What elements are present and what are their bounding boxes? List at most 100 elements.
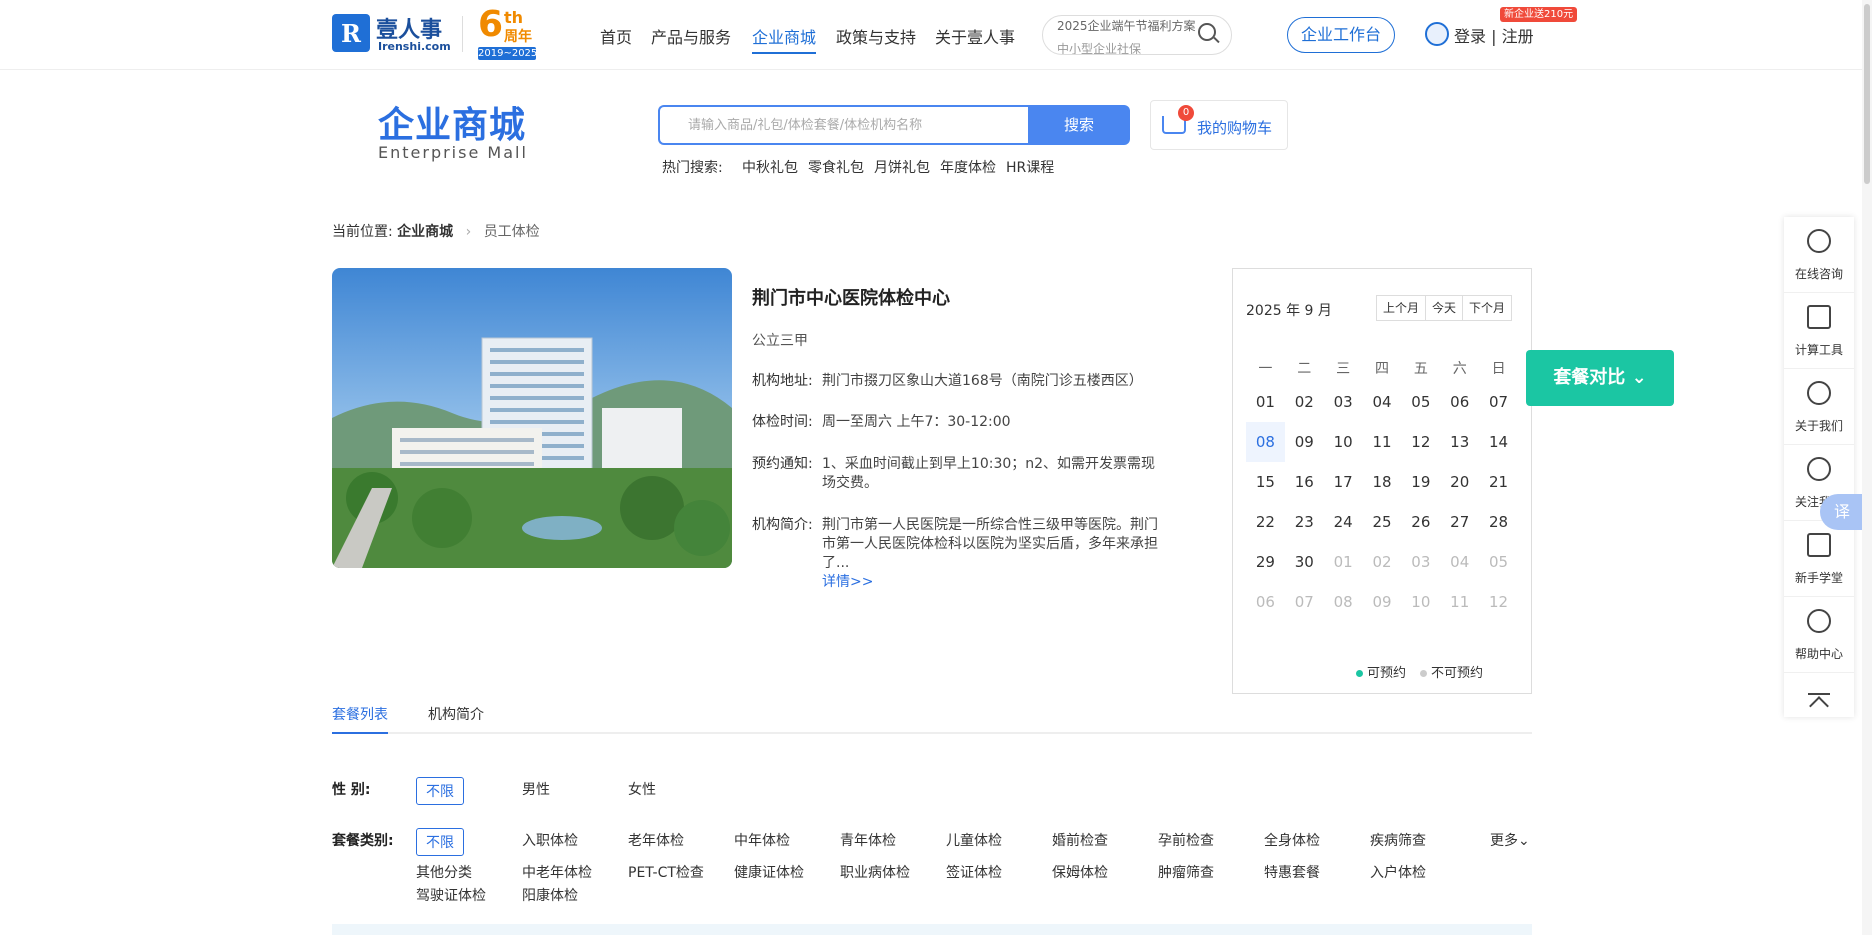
translate-button[interactable]: 译 [1820,494,1864,530]
calendar-day[interactable]: 01 [1246,382,1285,422]
workbench-button[interactable]: 企业工作台 [1287,17,1395,53]
calendar-day[interactable]: 14 [1479,422,1518,462]
hot-search-item[interactable]: 月饼礼包 [874,157,930,177]
package-type-option[interactable]: 婚前检查 [1052,830,1108,850]
calendar-day[interactable]: 13 [1440,422,1479,462]
nav-mall[interactable]: 企业商城 [752,24,817,54]
available-dot-icon [1356,670,1363,677]
package-type-option[interactable]: 疾病筛查 [1370,830,1426,850]
sidebar-label: 在线咨询 [1794,267,1843,281]
package-type-option[interactable]: 入职体检 [522,830,578,850]
gender-option[interactable]: 女性 [628,779,656,799]
calendar-nav: 上个月 今天 下个月 [1376,295,1513,321]
calendar-day[interactable]: 26 [1401,502,1440,542]
tab-package-list[interactable]: 套餐列表 [332,704,388,734]
package-type-option[interactable]: PET-CT检查 [628,862,704,882]
tab-institution-intro[interactable]: 机构简介 [428,704,484,732]
mall-search-button[interactable]: 搜索 [1028,105,1130,145]
calendar-day[interactable]: 30 [1285,542,1324,582]
package-type-option[interactable]: 入户体检 [1370,862,1426,882]
sidebar-calc-tools[interactable]: 计算工具 [1784,293,1854,369]
calendar-day[interactable]: 29 [1246,542,1285,582]
calendar-day[interactable]: 18 [1363,462,1402,502]
nav-about[interactable]: 关于壹人事 [935,24,1015,48]
gender-option[interactable]: 男性 [522,779,550,799]
intro-more-link[interactable]: 详情>> [822,574,873,590]
hot-search-item[interactable]: 年度体检 [940,157,996,177]
package-type-option[interactable]: 中老年体检 [522,862,592,882]
calendar-day[interactable]: 11 [1363,422,1402,462]
calendar-day[interactable]: 24 [1324,502,1363,542]
calendar-day[interactable]: 03 [1324,382,1363,422]
search-icon[interactable] [1198,23,1216,41]
sidebar-newbie-school[interactable]: 新手学堂 [1784,521,1854,597]
back-to-top-icon [1808,693,1830,707]
calendar-day[interactable]: 16 [1285,462,1324,502]
calendar-day[interactable]: 04 [1363,382,1402,422]
unavailable-dot-icon [1420,670,1428,677]
user-avatar-icon[interactable] [1425,22,1449,46]
calendar-day[interactable]: 22 [1246,502,1285,542]
package-type-option[interactable]: 中年体检 [734,830,790,850]
hot-search-item[interactable]: 中秋礼包 [742,157,798,177]
package-type-option[interactable]: 特惠套餐 [1264,862,1320,882]
sidebar-help-center[interactable]: 帮助中心 [1784,597,1854,673]
calendar-day[interactable]: 20 [1440,462,1479,502]
calendar-day[interactable]: 28 [1479,502,1518,542]
hot-search-item[interactable]: 零食礼包 [808,157,864,177]
calendar-day[interactable]: 21 [1479,462,1518,502]
package-compare-button[interactable]: 套餐对比 ⌄ [1526,350,1674,406]
package-type-option[interactable]: 肿瘤筛查 [1158,862,1214,882]
package-type-option[interactable]: 不限 [416,828,464,856]
calendar-day[interactable]: 15 [1246,462,1285,502]
logo-mark[interactable]: R [332,14,370,52]
calendar-day[interactable]: 05 [1401,382,1440,422]
package-type-option[interactable]: 其他分类 [416,862,472,882]
package-type-option[interactable]: 儿童体检 [946,830,1002,850]
sidebar-online-consult[interactable]: 在线咨询 [1784,217,1854,293]
package-type-option[interactable]: 健康证体检 [734,862,804,882]
calendar-day[interactable]: 19 [1401,462,1440,502]
hot-search-item[interactable]: HR课程 [1006,157,1054,177]
calendar-day-today[interactable]: 08 [1246,422,1285,462]
package-type-option[interactable]: 全身体检 [1264,830,1320,850]
sidebar-about-us[interactable]: 关于我们 [1784,369,1854,445]
calendar-day[interactable]: 27 [1440,502,1479,542]
filter-more-button[interactable]: 更多⌄ [1490,830,1530,850]
chevron-down-icon: ⌄ [1631,367,1647,388]
calendar-day[interactable]: 23 [1285,502,1324,542]
gender-option[interactable]: 不限 [416,777,464,805]
calendar-day[interactable]: 02 [1285,382,1324,422]
calendar-prev-button[interactable]: 上个月 [1377,296,1427,320]
sidebar-back-to-top[interactable] [1784,673,1854,717]
calendar-next-button[interactable]: 下个月 [1463,296,1511,320]
calendar-day[interactable]: 06 [1440,382,1479,422]
calendar-day[interactable]: 10 [1324,422,1363,462]
intro-label: 机构简介: [752,517,813,533]
calendar-day[interactable]: 07 [1479,382,1518,422]
package-type-option[interactable]: 驾驶证体检 [416,885,486,905]
package-type-option[interactable]: 老年体检 [628,830,684,850]
calendar-day[interactable]: 25 [1363,502,1402,542]
mall-search-input[interactable] [658,105,1028,145]
package-type-option[interactable]: 阳康体检 [522,885,578,905]
chevron-right-icon: › [465,224,472,240]
login-register-link[interactable]: 登录 | 注册 [1454,23,1534,47]
cart-label[interactable]: 我的购物车 [1197,117,1272,138]
promo-badge: 新企业送210元 [1500,7,1578,22]
nav-home[interactable]: 首页 [600,24,632,48]
calendar-day: 01 [1333,553,1353,571]
calendar-day[interactable]: 12 [1401,422,1440,462]
package-type-option[interactable]: 签证体检 [946,862,1002,882]
package-type-option[interactable]: 孕前检查 [1158,830,1214,850]
package-type-option[interactable]: 保姆体检 [1052,862,1108,882]
nav-policy[interactable]: 政策与支持 [836,24,916,48]
breadcrumb-mall[interactable]: 企业商城 [397,224,453,240]
nav-products[interactable]: 产品与服务 [651,24,731,48]
calendar-today-button[interactable]: 今天 [1426,296,1464,320]
calendar-day[interactable]: 17 [1324,462,1363,502]
scrollbar-thumb[interactable] [1864,4,1870,184]
package-type-option[interactable]: 职业病体检 [840,862,910,882]
package-type-option[interactable]: 青年体检 [840,830,896,850]
calendar-day[interactable]: 09 [1285,422,1324,462]
